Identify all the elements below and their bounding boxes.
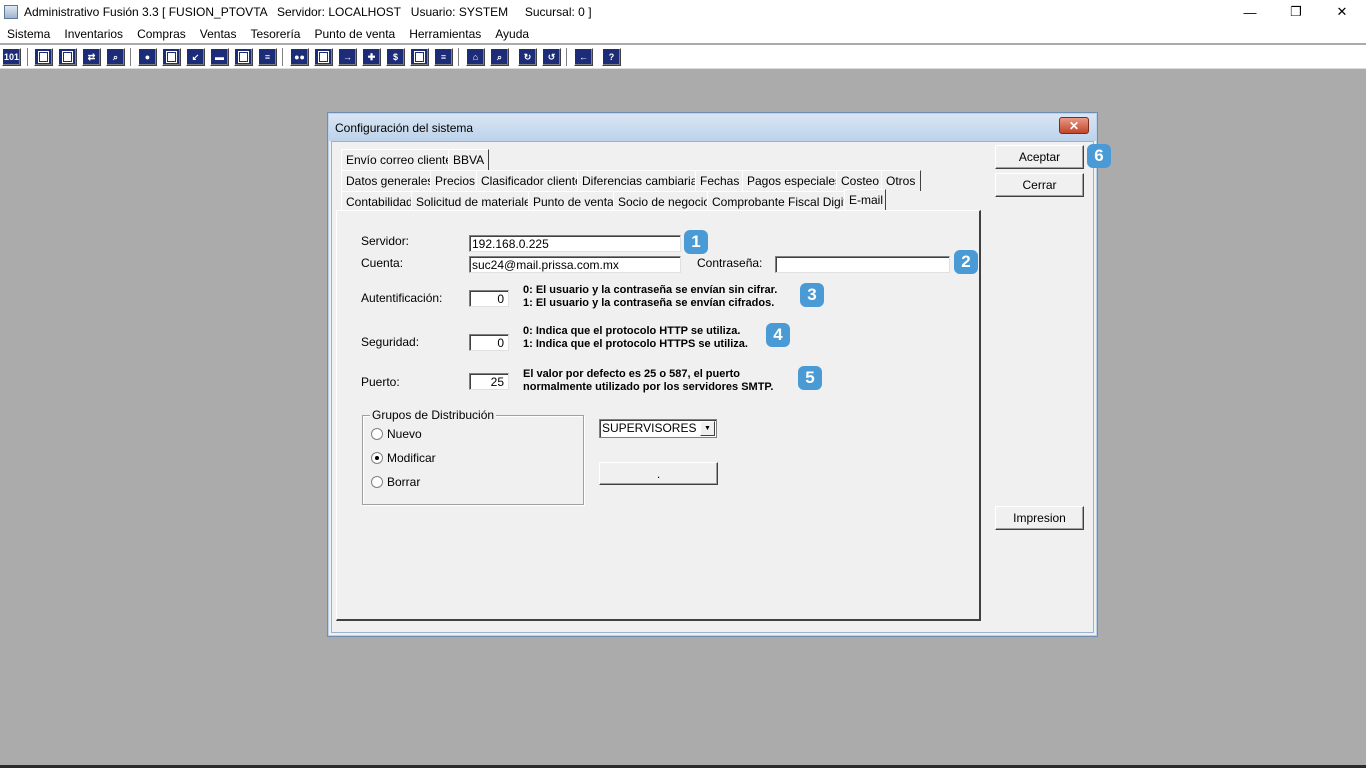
back-icon[interactable]: ←	[574, 48, 593, 66]
clipboard-icon[interactable]	[58, 48, 77, 66]
menu-tesoreria[interactable]: Tesorería	[243, 27, 307, 41]
toolbar-101-button[interactable]: 101	[2, 48, 21, 66]
dot-button[interactable]: .	[599, 462, 718, 485]
port-hint: El valor por defecto es 25 o 587, el pue…	[523, 368, 774, 393]
refresh-icon[interactable]: ↻	[518, 48, 537, 66]
radio-borrar-label[interactable]: Borrar	[387, 475, 420, 489]
menu-punto-de-venta[interactable]: Punto de venta	[307, 27, 402, 41]
auth-label: Autentificación:	[361, 291, 443, 305]
chevron-down-icon[interactable]: ▼	[700, 421, 715, 436]
toolbar-separator	[566, 48, 567, 66]
radio-nuevo[interactable]	[371, 428, 383, 440]
account-label: Cuenta:	[361, 256, 404, 270]
toolbar-separator	[130, 48, 131, 66]
password-input[interactable]	[775, 256, 950, 273]
tab-fechas[interactable]: Fechas	[695, 170, 745, 191]
window-title-bar: Administrativo Fusión 3.3 [ FUSION_PTOVT…	[0, 0, 1366, 24]
dollar-icon[interactable]: $	[386, 48, 405, 66]
add-icon[interactable]: ✚	[362, 48, 381, 66]
menu-inventarios[interactable]: Inventarios	[57, 27, 130, 41]
password-label: Contraseña:	[697, 256, 763, 270]
copy-icon[interactable]	[34, 48, 53, 66]
tab-clasificador-cliente[interactable]: Clasificador cliente	[476, 170, 587, 191]
radio-borrar[interactable]	[371, 476, 383, 488]
app-icon	[4, 5, 18, 19]
toolbar-separator	[27, 48, 28, 66]
tab-contabilidad[interactable]: Contabilidad	[341, 191, 418, 212]
menu-ayuda[interactable]: Ayuda	[488, 27, 536, 41]
restore-button[interactable]: ❐	[1273, 0, 1319, 24]
tab-e-mail[interactable]: E-mail	[844, 189, 886, 211]
port-label: Puerto:	[361, 375, 400, 389]
help-icon[interactable]: ?	[602, 48, 621, 66]
search-doc-icon[interactable]: ⌕	[106, 48, 125, 66]
tab-bbva[interactable]: BBVA	[448, 149, 490, 170]
port-input[interactable]	[469, 373, 509, 390]
menu-bar: Sistema Inventarios Compras Ventas Tesor…	[0, 24, 1366, 43]
badge-4: 4	[766, 323, 790, 347]
toolbar: 101 ⇄ ⌕ ● ↙ ▬ ≡ ●● → ✚ $ ≡ ⌂ ⌕ ↻ ↺ ← ?	[0, 45, 1366, 69]
toolbar-separator	[282, 48, 283, 66]
report-icon[interactable]: ≡	[434, 48, 453, 66]
radio-nuevo-label[interactable]: Nuevo	[387, 427, 422, 441]
close-button[interactable]: Cerrar	[995, 173, 1084, 197]
list-icon[interactable]: ≡	[258, 48, 277, 66]
dialog-title-bar: Configuración del sistema	[329, 114, 1096, 141]
tab-otros[interactable]: Otros	[881, 170, 921, 191]
dialog-title: Configuración del sistema	[335, 120, 474, 135]
users-icon[interactable]: ●●	[290, 48, 309, 66]
document-icon[interactable]	[234, 48, 253, 66]
toolbar-separator	[458, 48, 459, 66]
menu-herramientas[interactable]: Herramientas	[402, 27, 488, 41]
user-icon[interactable]: ●	[138, 48, 157, 66]
badge-3: 3	[800, 283, 824, 307]
badge-5: 5	[798, 366, 822, 390]
auth-hint: 0: El usuario y la contraseña se envían …	[523, 284, 778, 309]
tab-pagos-especiales[interactable]: Pagos especiales	[742, 170, 847, 191]
minimize-button[interactable]: —	[1227, 0, 1273, 24]
tab-costeo[interactable]: Costeo	[836, 170, 885, 191]
security-hint: 0: Indica que el protocolo HTTP se utili…	[523, 325, 748, 350]
menu-compras[interactable]: Compras	[130, 27, 193, 41]
distribution-groups-title: Grupos de Distribución	[370, 408, 497, 422]
printer-icon[interactable]: ▬	[210, 48, 229, 66]
tab-datos-generales[interactable]: Datos generales	[341, 170, 439, 191]
send-icon[interactable]: →	[338, 48, 357, 66]
server-input[interactable]	[469, 235, 681, 252]
auth-input[interactable]	[469, 290, 509, 307]
tab-envio-correo-cliente[interactable]: Envío correo cliente	[341, 149, 458, 170]
zoom-icon[interactable]: ⌕	[490, 48, 509, 66]
security-input[interactable]	[469, 334, 509, 351]
home-icon[interactable]: ⌂	[466, 48, 485, 66]
tab-comprobante-fiscal-digital[interactable]: Comprobante Fiscal Digital	[707, 191, 862, 212]
tab-punto-de-venta[interactable]: Punto de venta	[528, 191, 619, 212]
group-select[interactable]: SUPERVISORES ▼	[599, 419, 717, 438]
dialog-close-button[interactable]: ✕	[1059, 117, 1089, 134]
register-icon[interactable]	[314, 48, 333, 66]
undo-icon[interactable]: ↺	[542, 48, 561, 66]
menu-sistema[interactable]: Sistema	[0, 27, 57, 41]
menu-ventas[interactable]: Ventas	[193, 27, 244, 41]
group-select-value: SUPERVISORES	[602, 421, 697, 435]
folder-icon[interactable]	[162, 48, 181, 66]
print-button[interactable]: Impresion	[995, 506, 1084, 530]
account-input[interactable]	[469, 256, 681, 273]
close-window-button[interactable]: ✕	[1319, 0, 1365, 24]
export-icon[interactable]: ↙	[186, 48, 205, 66]
tab-solicitud-de-materiales[interactable]: Solicitud de materiales	[411, 191, 542, 212]
radio-modificar-label[interactable]: Modificar	[387, 451, 436, 465]
window-title: Administrativo Fusión 3.3 [ FUSION_PTOVT…	[24, 5, 592, 19]
badge-1: 1	[684, 230, 708, 254]
accept-button[interactable]: Aceptar	[995, 145, 1084, 169]
badge-2: 2	[954, 250, 978, 274]
server-label: Servidor:	[361, 234, 410, 248]
tab-precios[interactable]: Precios	[430, 170, 481, 191]
note-icon[interactable]	[410, 48, 429, 66]
transfer-icon[interactable]: ⇄	[82, 48, 101, 66]
tab-socio-de-negocio[interactable]: Socio de negocio	[613, 191, 716, 212]
tab-diferencias-cambiarias[interactable]: Diferencias cambiarias	[577, 170, 709, 191]
badge-6: 6	[1087, 144, 1111, 168]
radio-modificar[interactable]	[371, 452, 383, 464]
security-label: Seguridad:	[361, 335, 420, 349]
